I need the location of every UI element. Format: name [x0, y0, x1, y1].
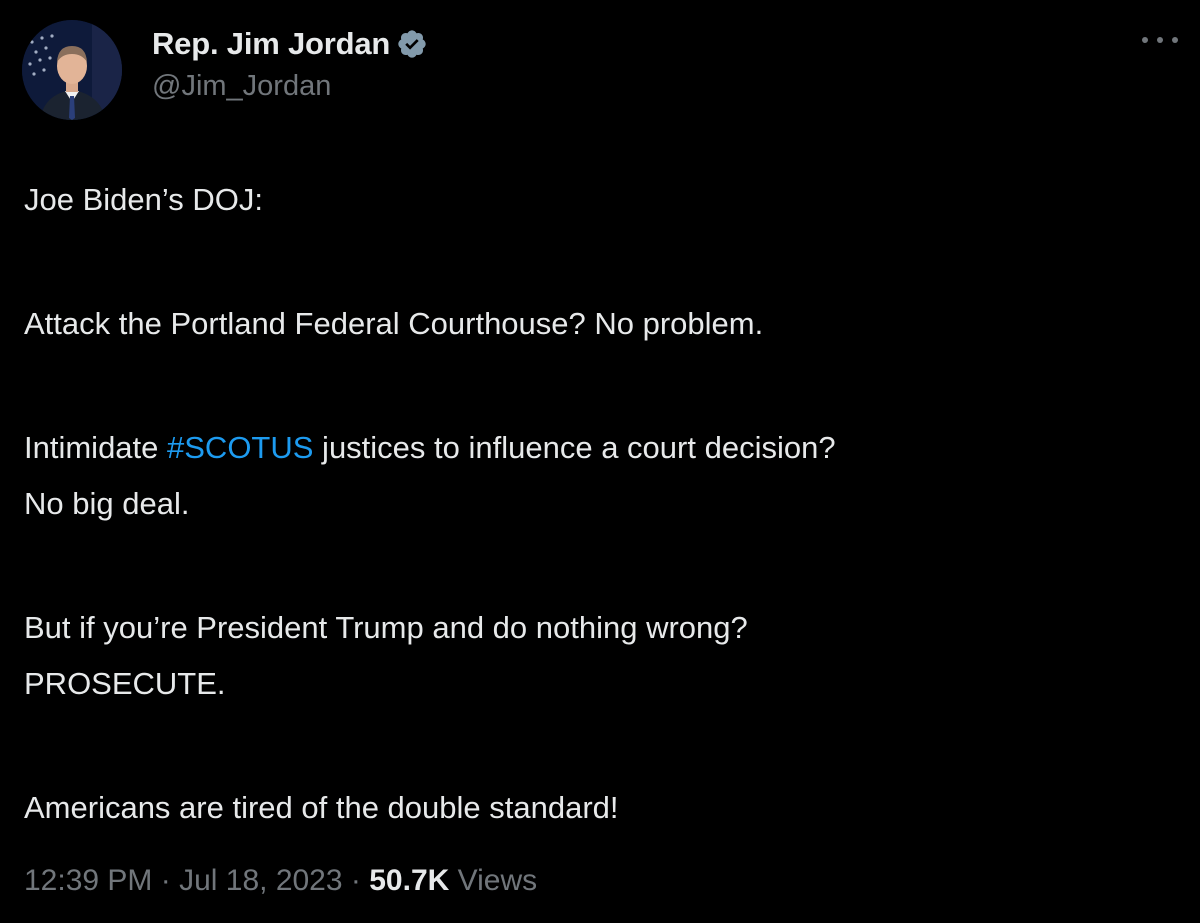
more-dot: [1142, 37, 1148, 43]
hashtag-link[interactable]: #SCOTUS: [167, 430, 313, 465]
more-dot: [1157, 37, 1163, 43]
more-dot: [1172, 37, 1178, 43]
tweet-text-segment: justices to influence a court decision?: [313, 430, 836, 465]
tweet-time[interactable]: 12:39 PM: [24, 864, 152, 897]
tweet-text-segment: Intimidate: [24, 430, 168, 465]
views-count[interactable]: 50.7K: [369, 864, 449, 897]
meta-separator: ·: [152, 864, 180, 897]
tweet-line: Americans are tired of the double standa…: [24, 790, 619, 825]
tweet-line: Intimidate #SCOTUS justices to influence…: [24, 420, 1184, 476]
author-block: Rep. Jim Jordan @Jim_Jordan: [152, 24, 428, 103]
display-name[interactable]: Rep. Jim Jordan: [152, 26, 390, 62]
tweet-text: Joe Biden’s DOJ: Attack the Portland Fed…: [24, 172, 1184, 836]
tweet-meta: 12:39 PM · Jul 18, 2023 · 50.7K Views: [24, 864, 537, 898]
user-handle[interactable]: @Jim_Jordan: [152, 70, 428, 103]
avatar[interactable]: [22, 20, 122, 120]
tweet-line: PROSECUTE.: [24, 666, 226, 701]
tweet-line: No big deal.: [24, 486, 190, 521]
profile-photo: [22, 20, 122, 120]
tweet-line: But if you’re President Trump and do not…: [24, 610, 748, 645]
tweet-line: Joe Biden’s DOJ:: [24, 182, 263, 217]
tweet-card: Rep. Jim Jordan @Jim_Jordan Joe Biden’s …: [0, 0, 1200, 923]
more-options-icon[interactable]: [1142, 28, 1178, 52]
tweet-line: Attack the Portland Federal Courthouse? …: [24, 306, 764, 341]
tweet-date[interactable]: Jul 18, 2023: [179, 864, 342, 897]
views-label: Views: [449, 864, 538, 897]
meta-separator: ·: [342, 864, 370, 897]
verified-badge-icon[interactable]: [396, 28, 428, 60]
author-name-row: Rep. Jim Jordan: [152, 24, 428, 64]
